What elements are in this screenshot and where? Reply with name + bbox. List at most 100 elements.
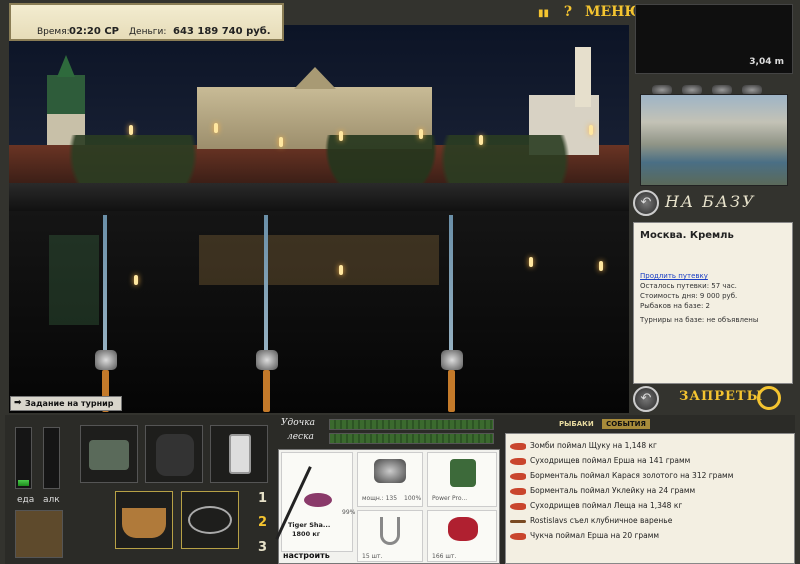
event-item: Rostislavs съел клубничное варенье — [510, 513, 790, 528]
event-item: Борменталь поймал Карася золотого на 312… — [510, 468, 790, 483]
line-spool-icon — [450, 459, 476, 487]
rod-handle-2[interactable] — [263, 370, 270, 412]
tackle-box-slot[interactable] — [80, 425, 138, 483]
bans-label: ЗАПРЕТЫ — [679, 389, 764, 404]
backpack-icon — [156, 434, 194, 476]
fishing-rod-2[interactable] — [264, 215, 268, 365]
line-tension-bar — [329, 433, 494, 444]
basket-icon — [122, 508, 166, 538]
rod-tension-bar — [329, 419, 494, 430]
reel-1[interactable] — [95, 350, 117, 370]
bait-cell[interactable]: 166 шт. — [427, 510, 497, 562]
reel-icon — [374, 459, 406, 483]
time-label: Время: — [37, 27, 70, 37]
to-base-button[interactable]: ↶ НА БАЗУ — [633, 188, 793, 218]
food-bag-slot[interactable] — [15, 510, 63, 558]
setup-button[interactable]: настроить — [283, 551, 330, 560]
street-light — [214, 123, 218, 133]
fishing-rod-3[interactable] — [449, 215, 453, 365]
tab-events[interactable]: СОБЫТИЯ — [602, 419, 650, 429]
event-text: Зомби поймал Щуку на 1,148 кг — [530, 441, 657, 450]
fishing-rod-1[interactable] — [103, 215, 107, 365]
game-screen: Время: 02:20 СР Деньги: 643 189 740 руб.… — [0, 0, 800, 564]
keepnet-slot[interactable] — [181, 491, 239, 549]
fishing-scene[interactable] — [9, 25, 629, 413]
basket-slot[interactable] — [115, 491, 173, 549]
reel-2[interactable] — [256, 350, 278, 370]
event-text: Борменталь поймал Уклейку на 24 грамм — [530, 486, 696, 495]
water-reflection — [199, 235, 439, 285]
phone-icon — [229, 434, 251, 474]
money-value: 643 189 740 руб. — [173, 26, 271, 37]
reel-3[interactable] — [441, 350, 463, 370]
depth-value: 3,04 m — [749, 57, 784, 67]
bait-icon — [448, 517, 478, 541]
keepnet-icon — [188, 506, 232, 534]
fish-icon — [510, 532, 526, 540]
reel-stats: мощн.: 135 — [362, 495, 398, 502]
event-item: Зомби поймал Щуку на 1,148 кг — [510, 438, 790, 453]
water-reflection — [49, 235, 99, 325]
no-fishing-icon — [757, 386, 781, 410]
food-label: еда — [17, 495, 35, 505]
tackle-box-icon — [89, 440, 129, 470]
palace-pediment — [294, 67, 336, 89]
rod-wear: 99% — [342, 509, 356, 516]
time-value: 02:20 СР — [69, 26, 119, 37]
fish-icon — [510, 487, 526, 495]
bell-tower — [575, 47, 591, 107]
light-reflection — [339, 265, 343, 275]
top-menu: ▮▮ ? МЕНЮ — [538, 4, 642, 20]
hook-cell[interactable]: 15 шт. — [357, 510, 423, 562]
events-panel: РЫБАКИ СОБЫТИЯ Зомби поймал Щуку на 1,14… — [505, 415, 795, 564]
money-label: Деньги: — [129, 27, 167, 37]
location-info-panel: Москва. Кремль Продлить путевку Осталось… — [633, 222, 793, 384]
arrow-icon: ➡ — [14, 398, 22, 408]
menu-button[interactable]: МЕНЮ — [585, 4, 642, 20]
pause-icon[interactable]: ▮▮ — [538, 8, 549, 19]
rod-set-3[interactable]: 3 — [258, 540, 267, 555]
line-name: Power Pro... — [432, 495, 468, 502]
light-reflection — [599, 261, 603, 271]
fish-icon — [510, 472, 526, 480]
extend-permit-link[interactable]: Продлить путевку — [640, 271, 786, 281]
street-light — [419, 129, 423, 139]
to-base-label: НА БАЗУ — [665, 192, 756, 211]
reel-cell[interactable]: мощн.: 135 100% — [357, 452, 423, 507]
backpack-slot[interactable] — [145, 425, 203, 483]
rod-weight: 1800 кг — [292, 530, 321, 538]
line-cell[interactable]: Power Pro... — [427, 452, 497, 507]
rod-cell[interactable]: 99% Tiger Sha... 1800 кг — [275, 452, 356, 552]
tournament-task-button[interactable]: ➡ Задание на турнир — [10, 396, 122, 411]
status-panel: Время: 02:20 СР Деньги: 643 189 740 руб. — [9, 3, 284, 41]
location-title: Москва. Кремль — [640, 230, 734, 241]
phone-slot[interactable] — [210, 425, 268, 483]
event-text: Rostislavs съел клубничное варенье — [530, 516, 673, 525]
spoon-icon — [510, 519, 526, 523]
event-text: Борменталь поймал Карася золотого на 312… — [530, 471, 734, 480]
hook-count: 15 шт. — [362, 553, 383, 560]
event-text: Суходрищев поймал Леща на 1,348 кг — [530, 501, 683, 510]
street-light — [129, 125, 133, 135]
street-light — [479, 135, 483, 145]
inventory-panel: еда алк 1 2 3 Удочка леска 99% Tiger Sha… — [5, 415, 795, 564]
tournaments-status: Турниры на базе: не объявлены — [640, 316, 759, 324]
event-item: Суходрищев поймал Ерша на 141 грамм — [510, 453, 790, 468]
anglers-count: Рыбаков на базе: 2 — [640, 302, 710, 310]
fish-icon — [510, 502, 526, 510]
reel-wear: 100% — [404, 495, 422, 502]
help-button[interactable]: ? — [564, 4, 572, 20]
event-text: Чукча поймал Ерша на 20 грамм — [530, 531, 660, 540]
rod-handle-3[interactable] — [448, 370, 455, 412]
tackle-setup: 99% Tiger Sha... 1800 кг мощн.: 135 100%… — [275, 449, 500, 564]
permit-hours: Осталось путевки: 57 час. — [640, 282, 737, 290]
location-map[interactable] — [640, 94, 788, 186]
fish-icon — [510, 457, 526, 465]
tab-anglers[interactable]: РЫБАКИ — [555, 419, 598, 429]
rod-set-2[interactable]: 2 — [258, 515, 267, 530]
bans-button[interactable]: ↶ ЗАПРЕТЫ — [633, 386, 793, 412]
fish-icon — [510, 442, 526, 450]
embankment — [9, 183, 629, 211]
light-reflection — [529, 257, 533, 267]
rod-set-1[interactable]: 1 — [258, 491, 267, 506]
